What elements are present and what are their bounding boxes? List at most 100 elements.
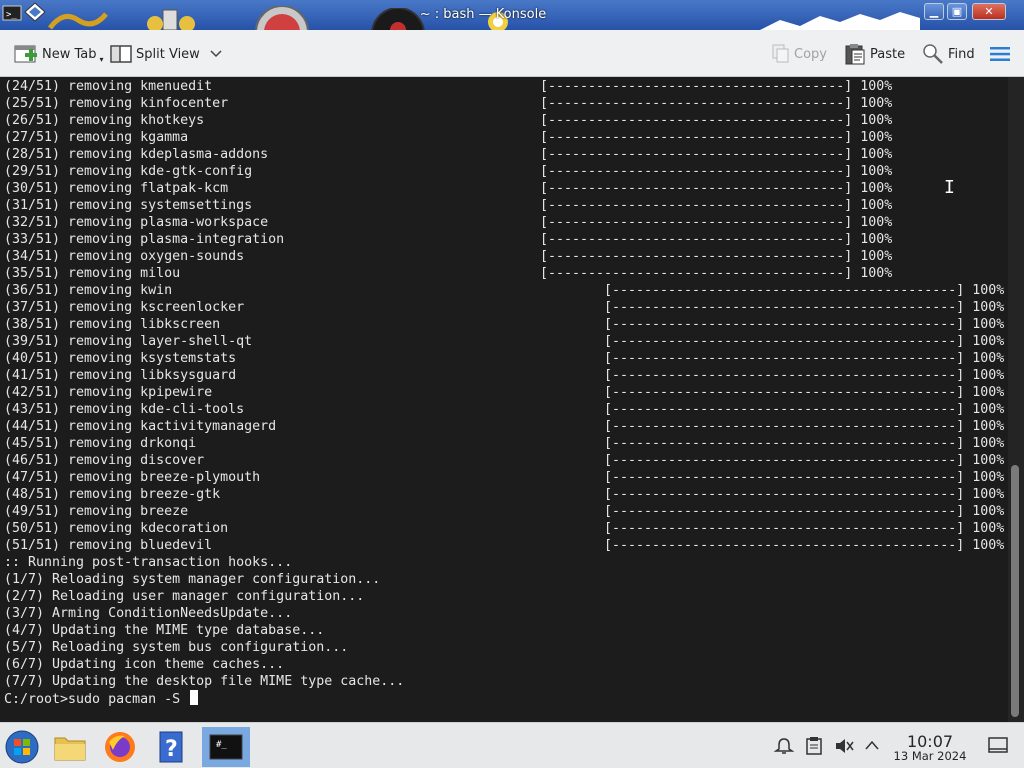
- chevron-down-icon: ▾: [99, 54, 104, 64]
- window-titlebar[interactable]: >_ ~ : bash — Konsole ▁ ▣ ✕: [0, 0, 1024, 30]
- konsole-toolbar: New Tab ▾ Split View Copy Paste Find: [0, 30, 1024, 77]
- file-manager-button[interactable]: [50, 727, 90, 767]
- progress-bar-text: [-------------------------------------] …: [540, 164, 893, 179]
- progress-bar-text: [---------------------------------------…: [604, 300, 1005, 315]
- progress-bar-text: [---------------------------------------…: [604, 470, 1005, 485]
- terminal-line: (30/51) removing flatpak-kcm: [4, 181, 229, 196]
- search-icon: [923, 44, 943, 64]
- terminal-line: (48/51) removing breeze-gtk: [4, 487, 221, 502]
- terminal-line: (40/51) removing ksystemstats: [4, 351, 237, 366]
- terminal-line: (50/51) removing kdecoration: [4, 521, 229, 536]
- progress-bar-text: [---------------------------------------…: [604, 419, 1005, 434]
- konsole-task-label: #_: [216, 740, 227, 750]
- progress-bar-text: [-------------------------------------] …: [540, 79, 893, 94]
- terminal-line: (41/51) removing libksysguard: [4, 368, 237, 383]
- split-view-icon: [110, 45, 132, 63]
- clock-date[interactable]: 13 Mar 2024: [888, 749, 972, 763]
- terminal-line: (24/51) removing kmenuedit: [4, 79, 213, 94]
- progress-bar-text: [-------------------------------------] …: [540, 147, 893, 162]
- progress-bar-text: [-------------------------------------] …: [540, 266, 893, 281]
- terminal-line: (35/51) removing milou: [4, 266, 181, 281]
- maximize-button[interactable]: ▣: [947, 3, 967, 20]
- notifications-icon[interactable]: [773, 737, 795, 759]
- show-desktop-icon[interactable]: [988, 737, 1008, 757]
- progress-bar-text: [-------------------------------------] …: [540, 113, 893, 128]
- progress-bar-text: [---------------------------------------…: [604, 538, 1005, 553]
- chevron-up-icon[interactable]: [864, 737, 880, 756]
- terminal-line: (44/51) removing kactivitymanagerd: [4, 419, 277, 434]
- hamburger-menu-icon: [990, 47, 1010, 61]
- progress-bar-text: [-------------------------------------] …: [540, 181, 893, 196]
- terminal-line: (42/51) removing kpipewire: [4, 385, 213, 400]
- paste-label: Paste: [870, 46, 906, 62]
- terminal-line: (45/51) removing drkonqi: [4, 436, 197, 451]
- volume-muted-icon[interactable]: [834, 737, 854, 759]
- progress-bar-text: [---------------------------------------…: [604, 453, 1005, 468]
- progress-bar-text: [---------------------------------------…: [604, 402, 1005, 417]
- terminal-line: (5/7) Reloading system bus configuration…: [4, 640, 349, 655]
- terminal-line: (51/51) removing bluedevil: [4, 538, 213, 553]
- progress-bar-text: [-------------------------------------] …: [540, 215, 893, 230]
- terminal-line: (31/51) removing systemsettings: [4, 198, 253, 213]
- progress-bar-text: [---------------------------------------…: [604, 385, 1005, 400]
- terminal-view[interactable]: (24/51) removing kmenuedit [-------------…: [0, 77, 1024, 722]
- progress-bar-text: [---------------------------------------…: [604, 521, 1005, 536]
- new-tab-icon: [14, 45, 37, 63]
- terminal-line: (2/7) Reloading user manager configurati…: [4, 589, 365, 604]
- terminal-line: (34/51) removing oxygen-sounds: [4, 249, 245, 264]
- scrollbar-thumb[interactable]: [1011, 465, 1019, 717]
- progress-bar-text: [---------------------------------------…: [604, 436, 1005, 451]
- progress-bar-text: [-------------------------------------] …: [540, 130, 893, 145]
- hamburger-menu-button[interactable]: [990, 42, 1014, 66]
- terminal-line: (36/51) removing kwin: [4, 283, 173, 298]
- split-view-label: Split View: [136, 46, 200, 62]
- help-icon: ?: [159, 731, 183, 763]
- minimize-button[interactable]: ▁: [924, 3, 944, 20]
- terminal-line: (32/51) removing plasma-workspace: [4, 215, 269, 230]
- terminal-line: (47/51) removing breeze-plymouth: [4, 470, 261, 485]
- terminal-line: (6/7) Updating icon theme caches...: [4, 657, 285, 672]
- close-button[interactable]: ✕: [972, 3, 1006, 20]
- progress-bar-text: [-------------------------------------] …: [540, 198, 893, 213]
- folder-icon: [54, 737, 86, 761]
- shell-prompt-line[interactable]: C:/root>sudo pacman -S: [4, 690, 199, 707]
- text-cursor: [190, 690, 199, 705]
- split-view-button[interactable]: Split View: [110, 42, 226, 66]
- konsole-task-button[interactable]: #_: [202, 727, 250, 767]
- progress-bar-text: [---------------------------------------…: [604, 487, 1005, 502]
- prompt-text: C:/root>sudo pacman -S: [4, 692, 189, 707]
- start-menu-button[interactable]: [2, 727, 42, 767]
- find-button[interactable]: Find: [922, 42, 975, 66]
- new-tab-label: New Tab: [42, 46, 97, 62]
- find-label: Find: [948, 46, 975, 62]
- terminal-line: (38/51) removing libkscreen: [4, 317, 221, 332]
- terminal-line: (27/51) removing kgamma: [4, 130, 189, 145]
- copy-button[interactable]: Copy: [770, 42, 827, 66]
- progress-bar-text: [-------------------------------------] …: [540, 96, 893, 111]
- paste-icon: [845, 44, 865, 65]
- terminal-line: (7/7) Updating the desktop file MIME typ…: [4, 674, 405, 689]
- window-title: ~ : bash — Konsole: [419, 7, 547, 22]
- terminal-line: (4/7) Updating the MIME type database...: [4, 623, 325, 638]
- terminal-line: (46/51) removing discover: [4, 453, 205, 468]
- taskbar: ? #_ 10:07 13 Mar 2024: [0, 722, 1024, 768]
- clipboard-icon[interactable]: [806, 737, 822, 759]
- start-orb-icon: [5, 730, 39, 764]
- paste-button[interactable]: Paste: [844, 42, 905, 66]
- terminal-line: (1/7) Reloading system manager configura…: [4, 572, 381, 587]
- firefox-button[interactable]: [100, 727, 140, 767]
- svg-text:?: ?: [165, 737, 178, 762]
- terminal-line: (49/51) removing breeze: [4, 504, 189, 519]
- terminal-line: (43/51) removing kde-cli-tools: [4, 402, 245, 417]
- copy-label: Copy: [794, 46, 827, 62]
- progress-bar-text: [---------------------------------------…: [604, 317, 1005, 332]
- terminal-line: (39/51) removing layer-shell-qt: [4, 334, 253, 349]
- terminal-line: (33/51) removing plasma-integration: [4, 232, 285, 247]
- terminal-line: (25/51) removing kinfocenter: [4, 96, 229, 111]
- help-button[interactable]: ?: [152, 727, 192, 767]
- terminal-line: (3/7) Arming ConditionNeedsUpdate...: [4, 606, 293, 621]
- terminal-line: :: Running post-transaction hooks...: [4, 555, 293, 570]
- new-tab-button[interactable]: New Tab ▾: [14, 42, 104, 66]
- progress-bar-text: [---------------------------------------…: [604, 351, 1005, 366]
- progress-bar-text: [---------------------------------------…: [604, 368, 1005, 383]
